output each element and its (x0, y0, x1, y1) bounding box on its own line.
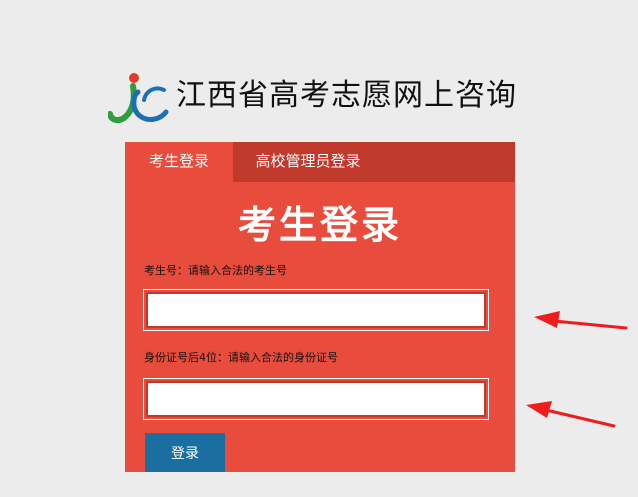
site-header: 江西省高考志愿网上咨询 (108, 66, 548, 130)
tab-admin-login[interactable]: 高校管理员登录 (233, 142, 383, 182)
student-id-frame (143, 289, 489, 331)
id-card-frame (143, 378, 489, 420)
student-id-label: 考生号：请输入合法的考生号 (144, 264, 287, 277)
form-title: 考生登录 (237, 202, 402, 247)
jc-logo-icon (108, 73, 169, 124)
id-card-label: 身份证号后4位：请输入合法的身份证号 (144, 351, 338, 364)
red-arrow-icon (534, 311, 628, 330)
tab-student-login[interactable]: 考生登录 (125, 142, 233, 182)
tab-bar: 考生登录 高校管理员登录 (125, 142, 515, 182)
id-card-input[interactable] (146, 381, 486, 417)
red-arrow-icon (526, 401, 616, 428)
login-panel: 考生登录 高校管理员登录 考生登录 考生号：请输入合法的考生号 身份证号后4位：… (125, 142, 515, 472)
login-button[interactable]: 登录 (145, 433, 225, 472)
student-id-input[interactable] (146, 292, 486, 328)
site-title: 江西省高考志愿网上咨询 (176, 78, 517, 113)
